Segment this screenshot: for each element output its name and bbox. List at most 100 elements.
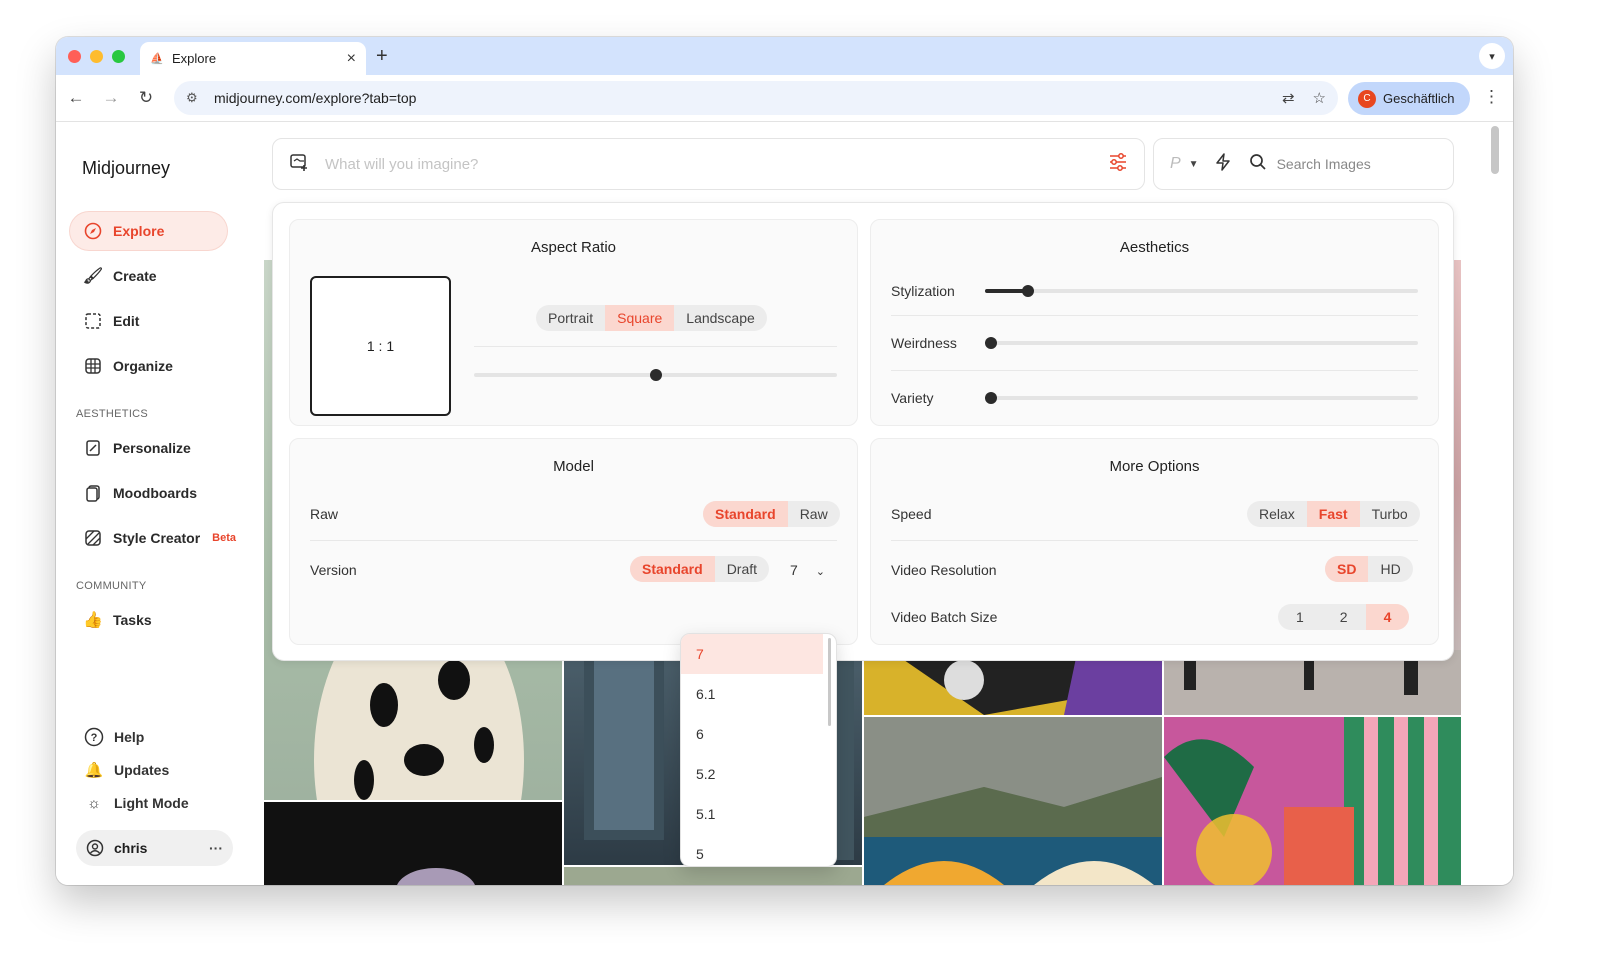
aspect-ratio-slider[interactable] (474, 369, 837, 381)
stylization-slider[interactable] (985, 285, 1418, 297)
chevron-down-icon[interactable]: ▼ (1189, 159, 1199, 170)
logo[interactable]: Midjourney (82, 158, 170, 179)
standard-mode-option[interactable]: Standard (630, 556, 715, 582)
version-option-7[interactable]: 7 (681, 634, 823, 674)
batch-2-option[interactable]: 2 (1322, 604, 1366, 630)
slider-thumb[interactable] (985, 392, 997, 404)
sidebar-item-label: Personalize (113, 440, 191, 456)
beta-badge: Beta (212, 532, 236, 544)
dropdown-scrollbar[interactable] (828, 638, 831, 726)
version-option-6-1[interactable]: 6.1 (681, 674, 823, 714)
help-link[interactable]: ? Help (84, 727, 144, 747)
sidebar-item-personalize[interactable]: Personalize (70, 429, 227, 467)
light-mode-toggle[interactable]: ☼ Light Mode (84, 793, 189, 813)
sidebar-item-tasks[interactable]: 👍 Tasks (70, 601, 227, 639)
avatar: C (1358, 89, 1376, 108)
browser-menu-icon[interactable]: ⋮ (1483, 87, 1500, 107)
draft-mode-option[interactable]: Draft (715, 556, 769, 582)
sidebar-item-moodboards[interactable]: Moodboards (70, 474, 227, 512)
square-option[interactable]: Square (605, 305, 675, 331)
prompt-input[interactable] (325, 155, 1108, 173)
divider (891, 315, 1418, 316)
site-settings-icon[interactable]: ⚙ (186, 90, 204, 106)
settings-sliders-icon[interactable] (1108, 152, 1128, 176)
url-text[interactable]: midjourney.com/explore?tab=top (214, 90, 416, 106)
version-dropdown: 7 6.1 6 5.2 5.1 5 (680, 633, 837, 867)
back-button[interactable]: ← (64, 86, 88, 110)
version-option-6[interactable]: 6 (681, 714, 823, 754)
hd-option[interactable]: HD (1368, 556, 1412, 582)
video-batch-size-label: Video Batch Size (891, 609, 998, 625)
search-input[interactable] (1276, 156, 1417, 172)
new-tab-button[interactable]: + (376, 45, 388, 68)
gallery-image[interactable] (264, 802, 562, 885)
video-batch-size-segmented-control: 1 2 4 (1278, 604, 1410, 630)
divider (310, 540, 837, 541)
translate-icon[interactable]: ⇄ (1282, 89, 1295, 107)
sidebar-item-edit[interactable]: Edit (70, 302, 227, 340)
updates-label: Updates (114, 762, 170, 778)
slider-thumb[interactable] (1022, 285, 1035, 297)
more-options-title: More Options (1109, 458, 1200, 475)
version-option-5-1[interactable]: 5.1 (681, 794, 823, 834)
sidebar-item-explore[interactable]: Explore (70, 212, 227, 250)
gallery-image[interactable] (864, 717, 1162, 885)
aesthetics-card: Aesthetics Stylization Weirdness Variety (870, 219, 1439, 426)
user-menu[interactable]: chris ··· (76, 830, 233, 866)
browser-tab[interactable]: ⛵ Explore × (140, 42, 366, 75)
aesthetics-heading: AESTHETICS (76, 408, 149, 420)
more-options-icon[interactable]: ··· (209, 840, 223, 856)
lightning-icon[interactable] (1215, 152, 1231, 176)
sidebar-item-label: Style Creator (113, 530, 201, 546)
page-scrollbar[interactable] (1491, 126, 1499, 174)
tab-search-button[interactable]: ▾ (1479, 43, 1505, 69)
personalize-toggle[interactable]: P (1170, 155, 1181, 173)
minimize-window-button[interactable] (90, 50, 103, 63)
prompt-bar (272, 138, 1145, 190)
sidebar-item-style-creator[interactable]: Style Creator Beta (70, 519, 250, 557)
profile-button[interactable]: C Geschäftlich (1348, 82, 1470, 115)
gallery-image[interactable] (1164, 717, 1461, 885)
updates-link[interactable]: 🔔 Updates (84, 760, 170, 780)
version-label: Version (310, 562, 357, 578)
forward-button[interactable]: → (99, 86, 123, 110)
reload-button[interactable]: ↻ (134, 86, 158, 110)
weirdness-slider[interactable] (985, 337, 1418, 349)
batch-1-option[interactable]: 1 (1278, 604, 1322, 630)
close-tab-icon[interactable]: × (347, 50, 356, 68)
community-heading: COMMUNITY (76, 580, 147, 592)
chevron-down-icon: ⌄ (815, 566, 826, 578)
user-icon (86, 839, 104, 857)
bookmark-star-icon[interactable]: ☆ (1313, 89, 1326, 107)
version-select[interactable]: 7 ⌄ (790, 562, 825, 578)
aspect-ratio-preview[interactable]: 1 : 1 (310, 276, 451, 416)
orientation-segmented-control: Portrait Square Landscape (536, 305, 767, 331)
browser-titlebar: ⛵ Explore × + ▾ (56, 37, 1513, 75)
sd-option[interactable]: SD (1325, 556, 1369, 582)
add-image-icon[interactable] (289, 152, 309, 177)
edit-icon (83, 311, 103, 331)
raw-option[interactable]: Raw (788, 501, 840, 527)
batch-4-option[interactable]: 4 (1365, 604, 1410, 630)
browser-window: ⛵ Explore × + ▾ ← → ↻ ⚙ midjourney.com/e… (56, 37, 1513, 885)
portrait-option[interactable]: Portrait (536, 305, 605, 331)
slider-thumb[interactable] (985, 337, 997, 349)
maximize-window-button[interactable] (112, 50, 125, 63)
svg-text:?: ? (91, 732, 98, 744)
gallery-image[interactable] (564, 867, 862, 885)
divider (891, 370, 1418, 371)
version-option-5-2[interactable]: 5.2 (681, 754, 823, 794)
standard-option[interactable]: Standard (703, 501, 788, 527)
variety-slider[interactable] (985, 392, 1418, 404)
sidebar-item-organize[interactable]: Organize (70, 347, 227, 385)
sidebar-item-create[interactable]: 🖌 Create (70, 257, 227, 295)
address-bar[interactable]: ⚙ midjourney.com/explore?tab=top ⇄ ☆ (174, 81, 1338, 115)
close-window-button[interactable] (68, 50, 81, 63)
version-mode-segmented-control: Standard Draft (630, 556, 770, 582)
version-option-5[interactable]: 5 (681, 834, 823, 866)
slider-thumb[interactable] (649, 369, 662, 381)
turbo-option[interactable]: Turbo (1360, 501, 1420, 527)
relax-option[interactable]: Relax (1247, 501, 1307, 527)
fast-option[interactable]: Fast (1306, 501, 1360, 527)
landscape-option[interactable]: Landscape (674, 305, 767, 331)
